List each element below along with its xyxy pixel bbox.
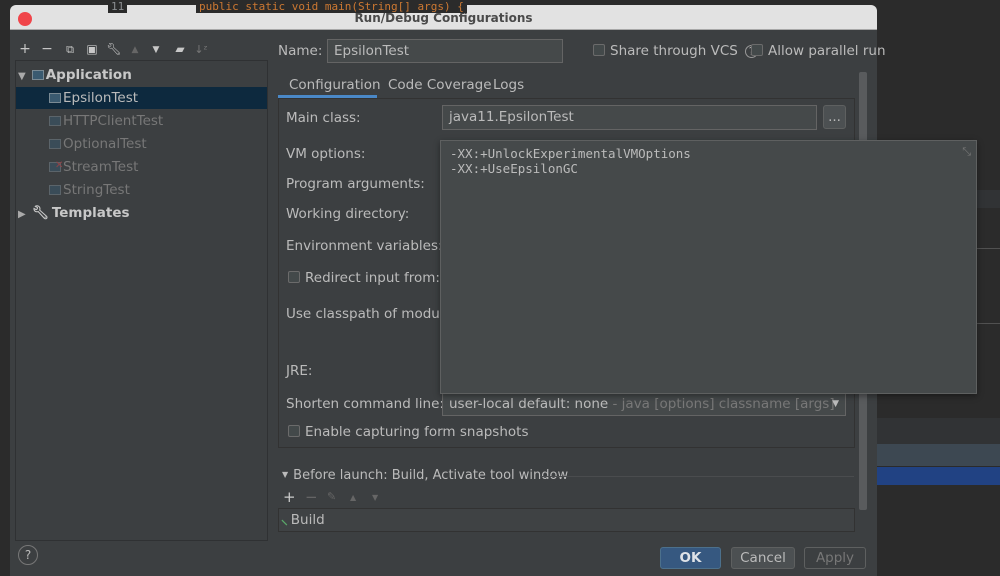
share-vcs-label: Share through VCS [610, 43, 738, 59]
tree-node-templates[interactable]: ▶ 🔧︎ Templates [16, 202, 267, 224]
cancel-button[interactable]: Cancel [731, 547, 795, 569]
capture-snapshots-checkbox[interactable]: Enable capturing form snapshots [288, 424, 528, 440]
add-task-icon[interactable]: + [283, 488, 296, 506]
background-panel [877, 418, 1000, 444]
save-icon[interactable]: ▣ [84, 42, 100, 56]
tree-item-epsilontest[interactable]: EpsilonTest [16, 87, 267, 109]
arrow-down-icon[interactable]: ▼ [148, 45, 164, 55]
shorten-command-line-label: Shorten command line: [286, 396, 444, 412]
minus-icon[interactable]: − [39, 41, 55, 57]
checkbox[interactable] [288, 271, 300, 283]
value-hint: - java [options] classname [args] [608, 396, 835, 412]
redirect-input-checkbox[interactable]: Redirect input from: [288, 270, 440, 286]
expand-icon[interactable]: ▼ [18, 71, 26, 82]
config-icon [49, 139, 61, 149]
collapse-icon[interactable]: ⤡ [962, 144, 971, 159]
tab-configuration[interactable]: Configuration [289, 77, 381, 93]
copy-icon[interactable]: ⧉ [62, 43, 78, 57]
ok-button[interactable]: OK [660, 547, 721, 569]
remove-task-icon[interactable]: − [305, 488, 318, 506]
wrench-icon[interactable]: 🔧︎ [106, 42, 122, 56]
arrow-up-icon[interactable]: ▲ [127, 45, 143, 55]
tab-logs[interactable]: Logs [493, 77, 524, 93]
redirect-input-label: Redirect input from: [305, 270, 440, 286]
tree-label: OptionalTest [63, 136, 147, 152]
before-launch-item-build[interactable]: ⸜ Build [281, 511, 325, 529]
plus-icon[interactable]: + [17, 41, 33, 57]
tree-label: Templates [51, 205, 130, 221]
vm-options-expanded-editor[interactable]: -XX:+UnlockExperimentalVMOptions -XX:+Us… [440, 140, 977, 394]
tree-label: HTTPClientTest [63, 113, 164, 129]
name-input[interactable]: EpsilonTest [327, 39, 563, 63]
before-launch-list: ⸜ Build [278, 508, 855, 532]
working-directory-label: Working directory: [286, 206, 410, 222]
before-launch-title: Before launch: Build, Activate tool wind… [293, 468, 569, 483]
parallel-run-checkbox[interactable]: Allow parallel run [751, 43, 886, 59]
tree-item-streamtest[interactable]: ✕ StreamTest [16, 156, 267, 178]
tree-label: StringTest [63, 182, 130, 198]
expand-icon[interactable]: ▼ [282, 470, 288, 479]
classpath-module-label: Use classpath of module: [286, 306, 457, 322]
vm-option-line: -XX:+UnlockExperimentalVMOptions [450, 146, 691, 161]
shorten-command-line-select[interactable]: user-local default: none - java [options… [442, 393, 846, 416]
config-tree: ▼ Application EpsilonTest HTTPClientTest … [15, 60, 268, 541]
parallel-run-label: Allow parallel run [768, 43, 886, 59]
config-icon [49, 185, 61, 195]
program-arguments-label: Program arguments: [286, 176, 425, 192]
tab-code-coverage[interactable]: Code Coverage [388, 77, 492, 93]
title-bar: Run/Debug Configurations [10, 5, 877, 30]
chevron-down-icon: ▼ [832, 399, 839, 409]
share-vcs-checkbox[interactable]: Share through VCS ? [593, 43, 759, 59]
vm-options-label: VM options: [286, 146, 366, 162]
edit-task-icon[interactable]: ✎ [327, 490, 336, 503]
application-icon [31, 70, 44, 80]
checkbox[interactable] [593, 44, 605, 56]
sort-icon[interactable]: ↓ᶻ [193, 43, 209, 56]
browse-button[interactable]: ... [823, 105, 846, 129]
jre-label: JRE: [286, 363, 313, 379]
tree-label: StreamTest [63, 159, 139, 175]
environment-variables-label: Environment variables: [286, 238, 443, 254]
apply-button[interactable]: Apply [804, 547, 866, 569]
tree-item-optionaltest[interactable]: OptionalTest [16, 133, 267, 155]
move-down-icon[interactable]: ▼ [372, 493, 378, 502]
background-row [877, 444, 1000, 466]
task-label: Build [290, 512, 325, 528]
new-folder-icon[interactable]: ▰ [172, 42, 188, 56]
wrench-icon: 🔧︎ [31, 205, 49, 221]
checkbox[interactable] [751, 44, 763, 56]
collapse-icon[interactable]: ▶ [18, 209, 26, 220]
background-row-selected [877, 467, 1000, 485]
tree-label: Application [45, 67, 132, 83]
close-button[interactable] [18, 12, 32, 26]
tree-node-application[interactable]: ▼ Application [16, 64, 267, 86]
help-button[interactable]: ? [18, 545, 38, 565]
selected-value: user-local default: none [449, 396, 609, 412]
tree-label: EpsilonTest [63, 90, 139, 106]
dialog-title: Run/Debug Configurations [354, 11, 533, 25]
capture-snapshots-label: Enable capturing form snapshots [305, 424, 529, 440]
separator [540, 476, 854, 477]
before-launch-toggle[interactable]: ▼ Before launch: Build, Activate tool win… [282, 467, 568, 483]
main-class-input[interactable]: java11.EpsilonTest [442, 105, 817, 130]
vm-option-line: -XX:+UseEpsilonGC [450, 161, 578, 176]
config-icon [49, 93, 61, 103]
move-up-icon[interactable]: ▲ [350, 493, 356, 502]
checkbox[interactable] [288, 425, 300, 437]
main-class-label: Main class: [286, 110, 361, 126]
name-label: Name: [278, 43, 323, 59]
config-icon [49, 116, 61, 126]
tree-item-httpclienttest[interactable]: HTTPClientTest [16, 110, 267, 132]
hammer-icon: ⸜ [281, 512, 288, 528]
config-error-icon: ✕ [49, 160, 63, 172]
tree-item-stringtest[interactable]: StringTest [16, 179, 267, 201]
